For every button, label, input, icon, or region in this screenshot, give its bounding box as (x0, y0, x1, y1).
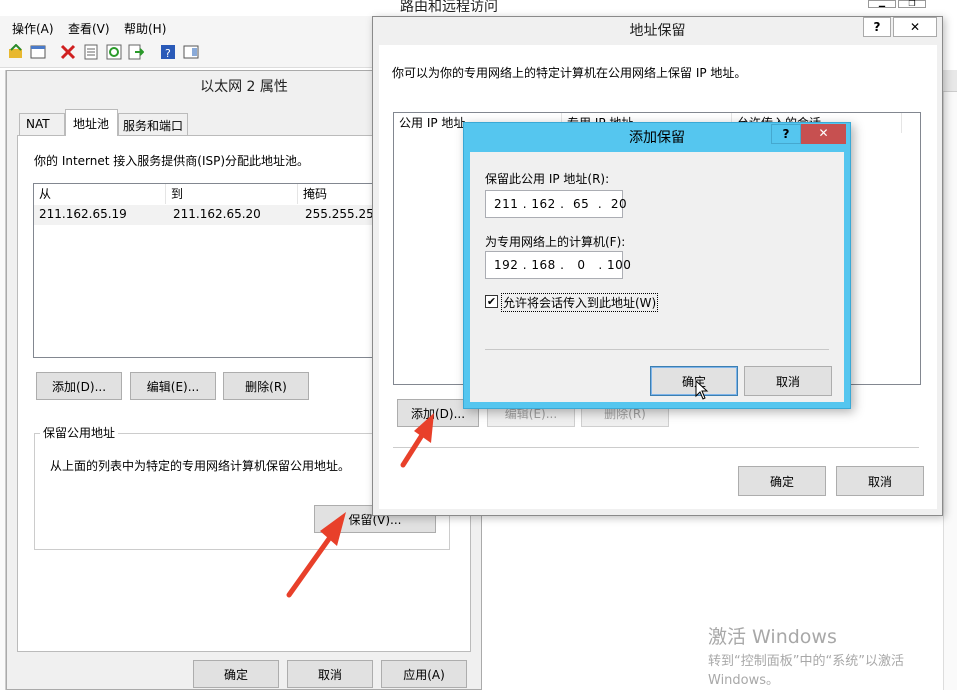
activation-watermark-line1: 转到“控制面板”中的“系统”以激活 (708, 654, 904, 669)
activation-watermark-title: 激活 Windows (708, 626, 837, 648)
annotation-arrows (286, 413, 434, 598)
tab-address-pool-label: 地址池 (73, 117, 110, 131)
tab-address-pool[interactable]: 地址池 (65, 109, 118, 136)
arrow-to-reserve-button (286, 512, 346, 598)
arrow-to-add-button (400, 413, 434, 468)
activation-watermark-line2: Windows。 (708, 673, 780, 688)
